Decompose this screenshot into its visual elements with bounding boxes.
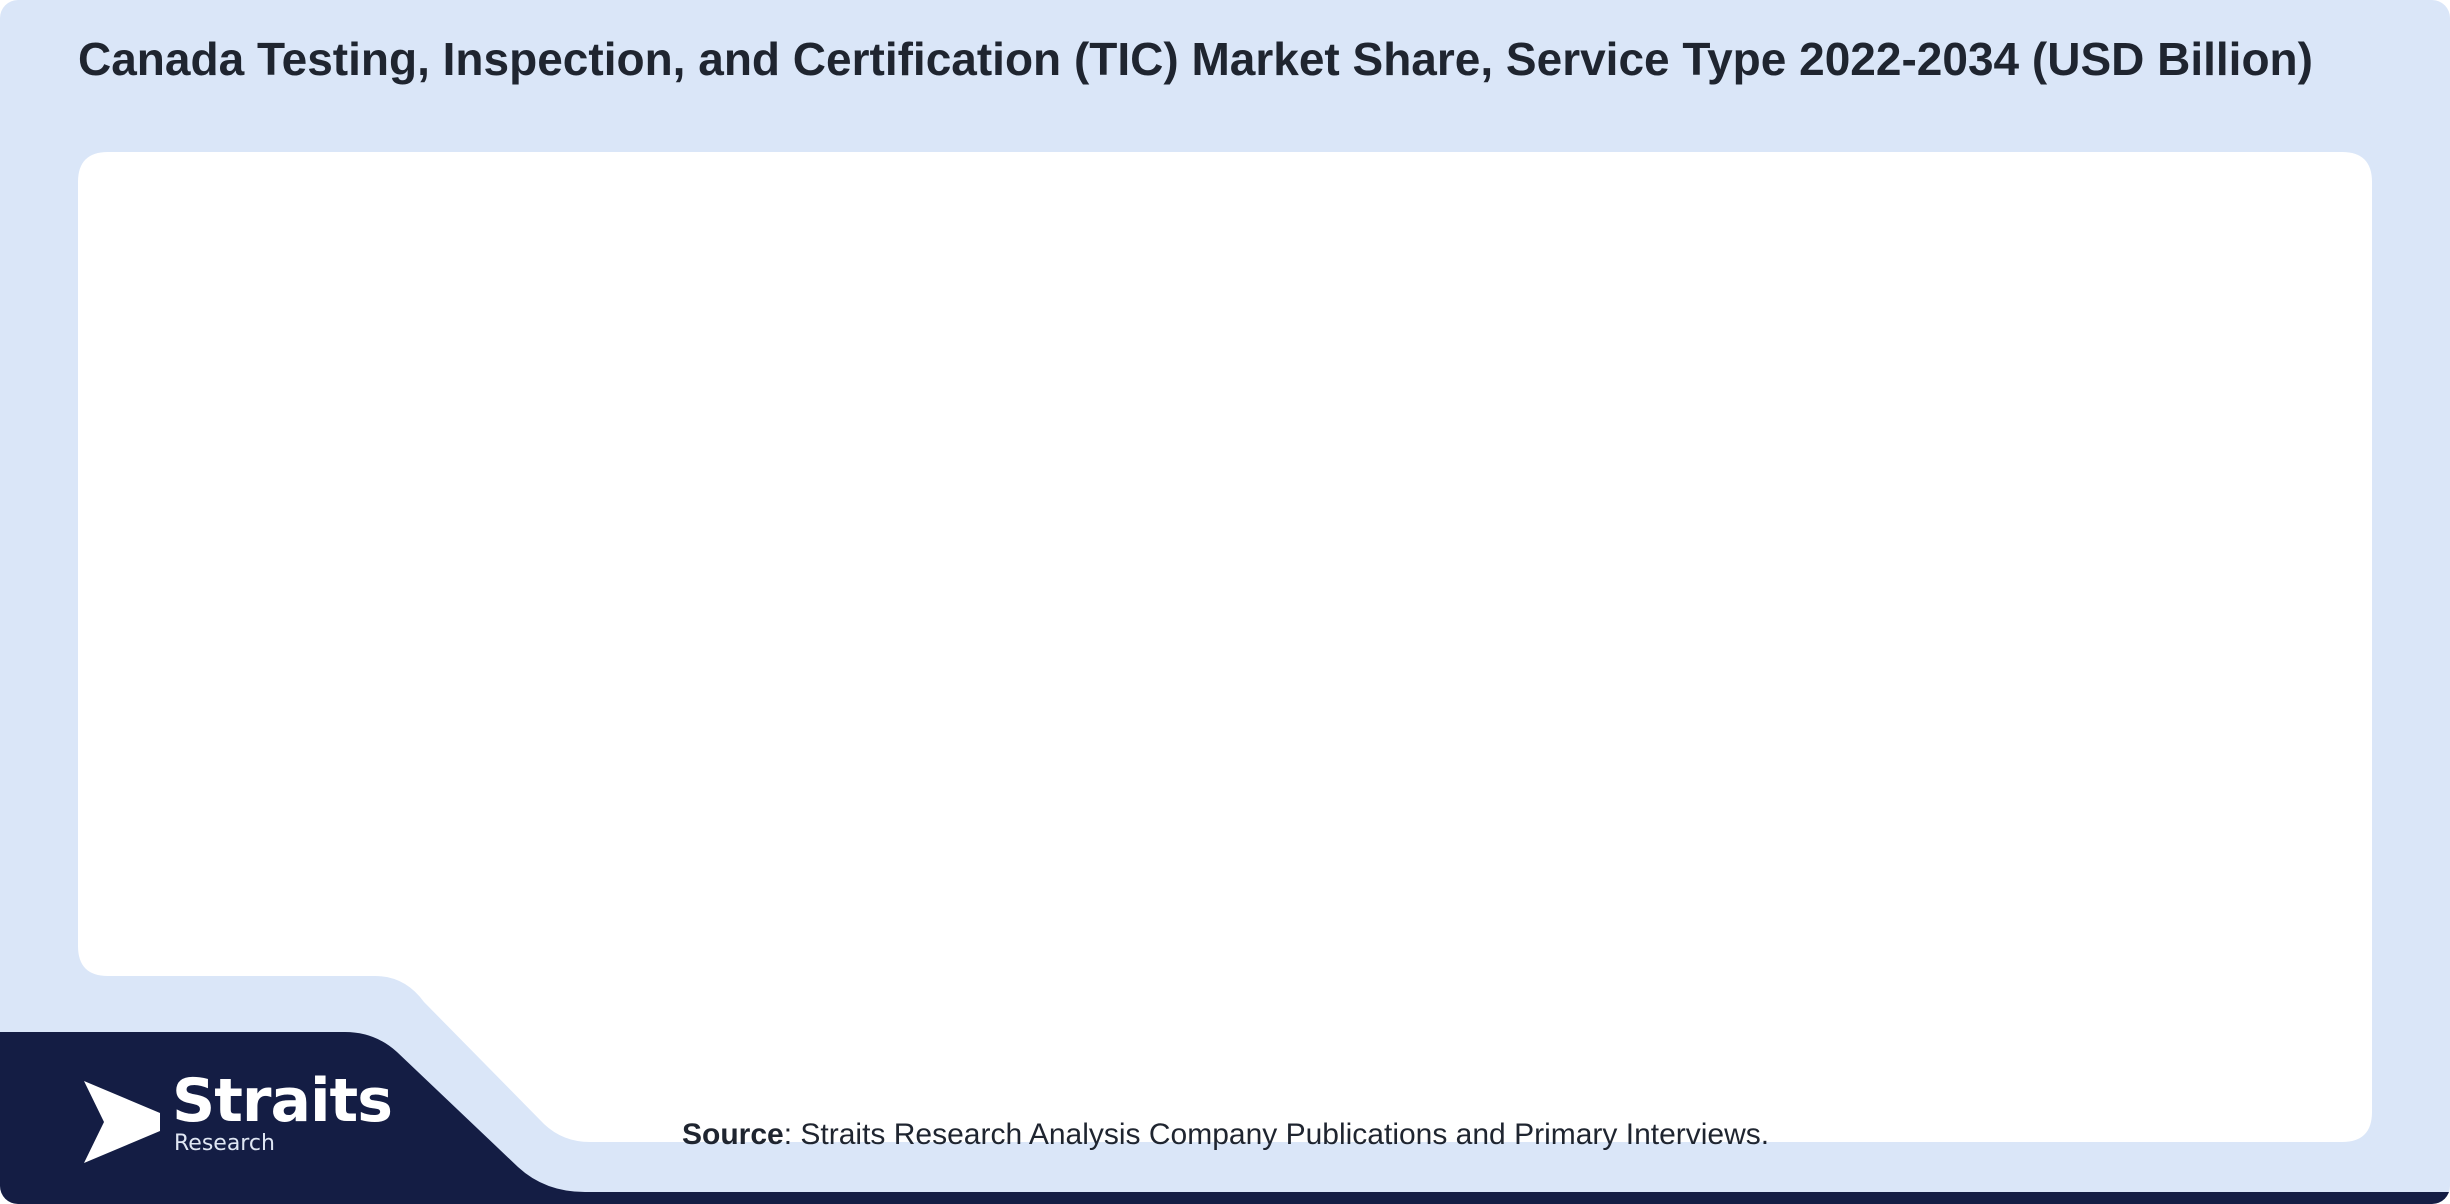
- source-note: Source: Straits Research Analysis Compan…: [682, 1117, 1769, 1153]
- frame-background: [0, 152, 2450, 1204]
- arrow-logo-icon: [84, 1081, 160, 1163]
- logo-name: Straits: [172, 1066, 393, 1136]
- source-text: : Straits Research Analysis Company Publ…: [783, 1118, 1770, 1151]
- chart-title: Canada Testing, Inspection, and Certific…: [78, 33, 2313, 85]
- logo-subtitle: Research: [174, 1131, 275, 1156]
- straits-research-logo: Straits Research: [84, 1067, 393, 1167]
- chart-panel: [78, 152, 2372, 1142]
- source-label: Source: [682, 1118, 784, 1151]
- chart-frame: Canada Testing, Inspection, and Certific…: [0, 0, 2450, 1204]
